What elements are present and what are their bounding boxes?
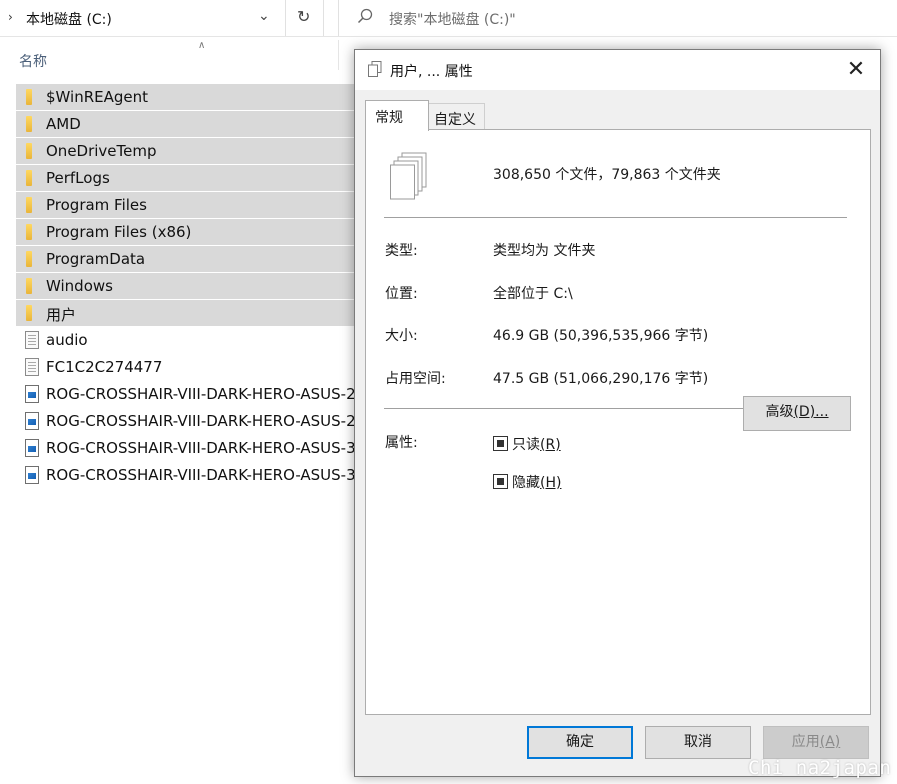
list-item[interactable]: $WinREAgent bbox=[16, 84, 356, 111]
tab-custom[interactable]: 自定义 bbox=[427, 103, 485, 130]
disk-usage-label: 占用空间: bbox=[385, 371, 446, 387]
hidden-text: 隐藏 bbox=[512, 475, 540, 491]
folder-icon bbox=[26, 170, 32, 186]
properties-dialog: 用户, ... 属性 ✕ 常规 自定义 308,650 个文件，79,863 个… bbox=[354, 49, 881, 777]
chevron-down-icon[interactable]: ⌄ bbox=[258, 8, 270, 24]
divider bbox=[384, 217, 847, 218]
list-item[interactable]: 用户 bbox=[16, 300, 356, 327]
list-item-name: $WinREAgent bbox=[46, 88, 149, 106]
size-label: 大小: bbox=[385, 328, 418, 344]
file-icon bbox=[25, 358, 39, 376]
advanced-button[interactable]: 高级(D)... bbox=[743, 396, 851, 431]
hidden-key: (H) bbox=[540, 475, 562, 491]
list-item-name: audio bbox=[46, 331, 88, 349]
address-bar: › 本地磁盘 (C:) ⌄ ↻ 搜索"本地磁盘 (C:)" bbox=[0, 0, 897, 37]
disk-usage-value: 47.5 GB (51,066,290,176 字节) bbox=[493, 371, 709, 387]
search-placeholder: 搜索"本地磁盘 (C:)" bbox=[389, 12, 516, 28]
list-item-name: ROG-CROSSHAIR-VIII-DARK-HERO-ASUS-3 bbox=[46, 466, 356, 484]
ok-button[interactable]: 确定 bbox=[527, 726, 633, 759]
location-label: 位置: bbox=[385, 286, 418, 302]
refresh-icon[interactable]: ↻ bbox=[297, 7, 310, 26]
column-name-label: 名称 bbox=[19, 54, 47, 70]
folder-icon bbox=[26, 197, 32, 213]
readonly-checkbox[interactable] bbox=[493, 436, 508, 451]
list-item-name: PerfLogs bbox=[46, 169, 110, 187]
search-input[interactable]: 搜索"本地磁盘 (C:)" bbox=[338, 0, 897, 36]
type-value: 类型均为 文件夹 bbox=[493, 243, 596, 259]
image-file-icon bbox=[25, 439, 39, 457]
folder-icon bbox=[26, 143, 32, 159]
list-item-name: ProgramData bbox=[46, 250, 146, 268]
folder-icon bbox=[26, 89, 32, 105]
dialog-title-bar[interactable]: 用户, ... 属性 ✕ bbox=[355, 50, 880, 90]
list-item-name: Program Files (x86) bbox=[46, 223, 192, 241]
apply-button[interactable]: 应用(A) bbox=[763, 726, 869, 759]
list-item[interactable]: AMD bbox=[16, 111, 356, 138]
list-item-name: ROG-CROSSHAIR-VIII-DARK-HERO-ASUS-2 bbox=[46, 412, 356, 430]
image-file-icon bbox=[25, 412, 39, 430]
close-icon[interactable]: ✕ bbox=[841, 56, 871, 84]
advanced-key: (D)... bbox=[793, 404, 829, 420]
column-divider[interactable] bbox=[338, 40, 339, 70]
list-item[interactable]: Windows bbox=[16, 273, 356, 300]
list-item-name: ROG-CROSSHAIR-VIII-DARK-HERO-ASUS-2 bbox=[46, 385, 356, 403]
tab-panel-general: 308,650 个文件，79,863 个文件夹 类型: 类型均为 文件夹 位置:… bbox=[365, 129, 871, 715]
readonly-label[interactable]: 只读(R) bbox=[512, 434, 561, 454]
multi-file-icon bbox=[390, 152, 427, 200]
cancel-button[interactable]: 取消 bbox=[645, 726, 751, 759]
chevron-right-icon[interactable]: › bbox=[8, 10, 13, 24]
search-icon bbox=[357, 8, 373, 24]
spacer bbox=[324, 0, 338, 36]
sort-up-icon: ∧ bbox=[198, 40, 206, 51]
apply-key: (A) bbox=[819, 734, 841, 750]
tab-general[interactable]: 常规 bbox=[365, 100, 429, 131]
watermark: Chi na2japan bbox=[748, 757, 892, 779]
list-item[interactable]: ROG-CROSSHAIR-VIII-DARK-HERO-ASUS-3 bbox=[16, 462, 356, 488]
list-item[interactable]: ProgramData bbox=[16, 246, 356, 273]
divider bbox=[285, 0, 286, 36]
list-item-name: FC1C2C274477 bbox=[46, 358, 163, 376]
image-file-icon bbox=[25, 385, 39, 403]
multi-file-icon bbox=[368, 61, 382, 77]
dialog-title: 用户, ... 属性 bbox=[390, 64, 473, 80]
tab-custom-label: 自定义 bbox=[434, 112, 476, 128]
hidden-checkbox[interactable] bbox=[493, 474, 508, 489]
list-item[interactable]: ROG-CROSSHAIR-VIII-DARK-HERO-ASUS-2 bbox=[16, 408, 356, 434]
file-icon bbox=[25, 331, 39, 349]
hidden-label[interactable]: 隐藏(H) bbox=[512, 472, 561, 492]
list-item[interactable]: OneDriveTemp bbox=[16, 138, 356, 165]
list-item[interactable]: ROG-CROSSHAIR-VIII-DARK-HERO-ASUS-2 bbox=[16, 381, 356, 407]
list-item[interactable]: PerfLogs bbox=[16, 165, 356, 192]
type-label: 类型: bbox=[385, 243, 418, 259]
folder-icon bbox=[26, 116, 32, 132]
folder-icon bbox=[26, 305, 32, 321]
folder-icon bbox=[26, 224, 32, 240]
column-header-name[interactable]: ∧ 名称 bbox=[0, 37, 360, 81]
list-item[interactable]: Program Files (x86) bbox=[16, 219, 356, 246]
folder-icon bbox=[26, 278, 32, 294]
list-item-name: Program Files bbox=[46, 196, 147, 214]
advanced-text: 高级 bbox=[765, 404, 794, 420]
list-item-name: Windows bbox=[46, 277, 113, 295]
list-item[interactable]: ROG-CROSSHAIR-VIII-DARK-HERO-ASUS-3 bbox=[16, 435, 356, 461]
attributes-label: 属性: bbox=[385, 435, 418, 451]
list-item[interactable]: Program Files bbox=[16, 192, 356, 219]
readonly-key: (R) bbox=[540, 437, 561, 453]
list-item-name: OneDriveTemp bbox=[46, 142, 157, 160]
tab-general-label: 常规 bbox=[375, 110, 403, 126]
list-item-name: ROG-CROSSHAIR-VIII-DARK-HERO-ASUS-3 bbox=[46, 439, 356, 457]
list-item[interactable]: FC1C2C274477 bbox=[16, 354, 356, 380]
apply-text: 应用 bbox=[791, 734, 820, 750]
list-item-name: AMD bbox=[46, 115, 81, 133]
list-item-name: 用户 bbox=[46, 306, 77, 324]
image-file-icon bbox=[25, 466, 39, 484]
file-count-text: 308,650 个文件，79,863 个文件夹 bbox=[493, 167, 721, 183]
readonly-text: 只读 bbox=[512, 437, 540, 453]
location-value: 全部位于 C:\ bbox=[493, 286, 573, 302]
folder-icon bbox=[26, 251, 32, 267]
size-value: 46.9 GB (50,396,535,966 字节) bbox=[493, 328, 709, 344]
address-path[interactable]: 本地磁盘 (C:) bbox=[26, 9, 112, 29]
list-item[interactable]: audio bbox=[16, 327, 356, 353]
